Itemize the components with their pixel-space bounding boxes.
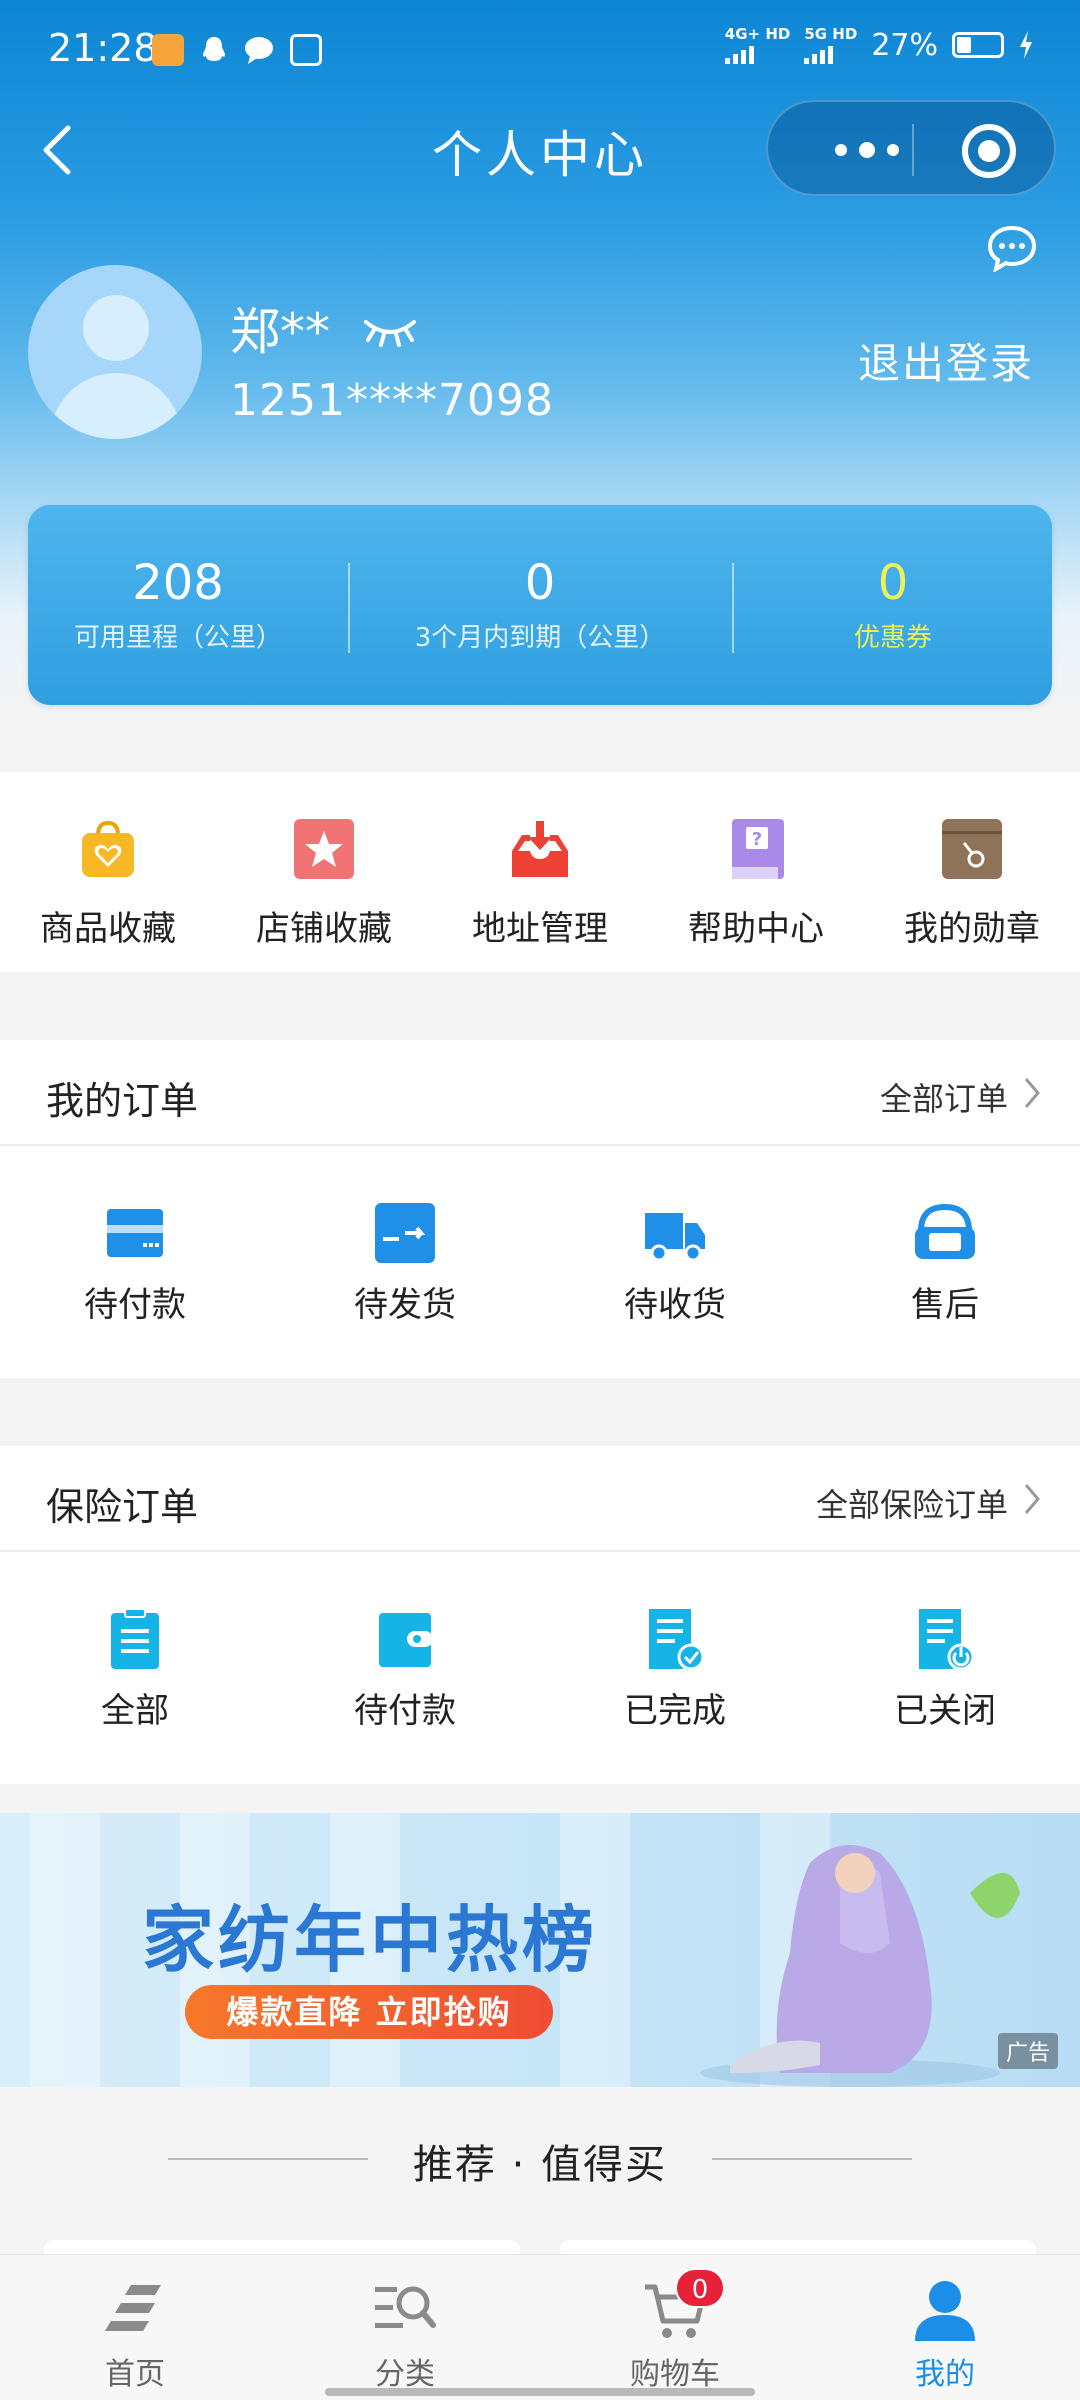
truck-icon — [645, 1213, 705, 1262]
tool-help-center[interactable]: ? 帮助中心 — [648, 817, 864, 950]
clipboard-icon — [111, 1608, 159, 1669]
logout-button[interactable]: 退出登录 — [858, 330, 1034, 391]
recommend-header: 推荐 · 值得买 — [0, 2110, 1080, 2210]
close-program-icon[interactable] — [962, 124, 1016, 178]
my-orders-title: 我的订单 — [46, 1079, 199, 1123]
banner-model-image — [700, 1845, 1020, 2087]
order-pending-receipt[interactable]: 待收货 — [540, 1201, 810, 1326]
ad-label: 广告 — [997, 2033, 1058, 2069]
chevron-right-icon[interactable] — [1022, 1482, 1042, 1516]
doc-power-icon — [919, 1609, 975, 1671]
insurance-completed[interactable]: 已完成 — [540, 1607, 810, 1732]
card-icon — [107, 1209, 163, 1257]
help-book-icon: ? — [732, 819, 784, 879]
battery-icon — [952, 32, 1004, 58]
app-icon — [290, 34, 322, 66]
bottom-tab-bar: 首页 分类 购物车 我的 — [0, 2254, 1080, 2400]
inbox-download-icon — [512, 821, 568, 877]
network-5g: 5G HD — [804, 26, 857, 64]
message-icon[interactable] — [986, 224, 1038, 272]
banner-title: 家纺年中热榜 — [142, 1898, 599, 1982]
username: 郑** — [230, 303, 330, 361]
insurance-orders-title: 保险订单 — [46, 1485, 199, 1529]
status-bar: 21:28 4G+ HD 5G HD 27% — [0, 0, 1080, 100]
more-menu-icon[interactable] — [812, 136, 922, 164]
stats-card: 208 可用里程（公里） 0 3个月内到期（公里） 0 优惠券 — [28, 505, 1052, 705]
tab-mine[interactable]: 我的 — [810, 2277, 1080, 2393]
category-search-icon — [375, 2286, 436, 2328]
promo-banner[interactable]: 家纺年中热榜 爆款直降 立即抢购 广告 — [0, 1813, 1080, 2087]
star-icon — [294, 819, 354, 879]
quick-tools: 商品收藏 店铺收藏 地址管理 ? 帮助中心 我的勋章 — [0, 772, 1080, 972]
insurance-orders-section: 保险订单 全部保险订单 全部 待付款 已完成 已关闭 — [0, 1446, 1080, 1784]
tab-category[interactable]: 分类 — [270, 2277, 540, 2393]
chat-bubble-icon — [243, 34, 275, 66]
all-insurance-orders-link[interactable]: 全部保险订单 — [816, 1480, 1008, 1526]
doc-check-icon — [649, 1609, 705, 1671]
medal-box-icon — [942, 819, 1002, 879]
avatar[interactable] — [28, 265, 202, 439]
battery-percent: 27% — [871, 27, 938, 63]
order-after-sales[interactable]: 售后 — [810, 1201, 1080, 1326]
mini-program-capsule — [766, 100, 1056, 196]
insurance-pending-payment[interactable]: 待付款 — [270, 1607, 540, 1732]
banner-cta-button[interactable]: 爆款直降 立即抢购 — [185, 1985, 553, 2039]
stat-expiring[interactable]: 0 3个月内到期（公里） — [350, 555, 730, 654]
person-icon — [915, 2281, 975, 2341]
svg-text:?: ? — [752, 829, 762, 850]
insurance-closed[interactable]: 已关闭 — [810, 1607, 1080, 1732]
status-time: 21:28 — [48, 26, 158, 70]
charging-icon — [1020, 31, 1032, 59]
app-notification-icon — [152, 34, 184, 66]
cart-count-badge: 0 — [675, 2268, 725, 2308]
tool-shop-favorites[interactable]: 店铺收藏 — [216, 817, 432, 950]
bag-heart-icon — [82, 820, 134, 877]
service-icon — [915, 1203, 975, 1259]
tool-medals[interactable]: 我的勋章 — [864, 817, 1080, 950]
insurance-all[interactable]: 全部 — [0, 1607, 270, 1732]
order-pending-payment[interactable]: 待付款 — [0, 1201, 270, 1326]
tool-product-favorites[interactable]: 商品收藏 — [0, 817, 216, 950]
qq-icon — [198, 34, 230, 66]
recommend-title: 推荐 · 值得买 — [412, 2142, 668, 2188]
order-pending-shipment[interactable]: 待发货 — [270, 1201, 540, 1326]
network-4g: 4G+ HD — [724, 26, 790, 64]
my-orders-section: 我的订单 全部订单 待付款 待发货 待收货 售后 — [0, 1040, 1080, 1378]
stat-mileage[interactable]: 208 可用里程（公里） — [28, 555, 328, 654]
phone-number: 1251****7098 — [230, 375, 554, 426]
tab-home[interactable]: 首页 — [0, 2277, 270, 2393]
box-arrow-icon — [375, 1203, 435, 1263]
stat-coupon[interactable]: 0 优惠券 — [734, 555, 1052, 654]
tool-address[interactable]: 地址管理 — [432, 817, 648, 950]
tab-cart[interactable]: 购物车 — [540, 2277, 810, 2393]
eye-closed-icon[interactable] — [360, 310, 420, 350]
chevron-right-icon[interactable] — [1022, 1076, 1042, 1110]
home-icon — [105, 2285, 161, 2331]
home-indicator[interactable] — [325, 2388, 755, 2396]
all-orders-link[interactable]: 全部订单 — [880, 1074, 1008, 1120]
wallet-icon — [379, 1613, 433, 1667]
